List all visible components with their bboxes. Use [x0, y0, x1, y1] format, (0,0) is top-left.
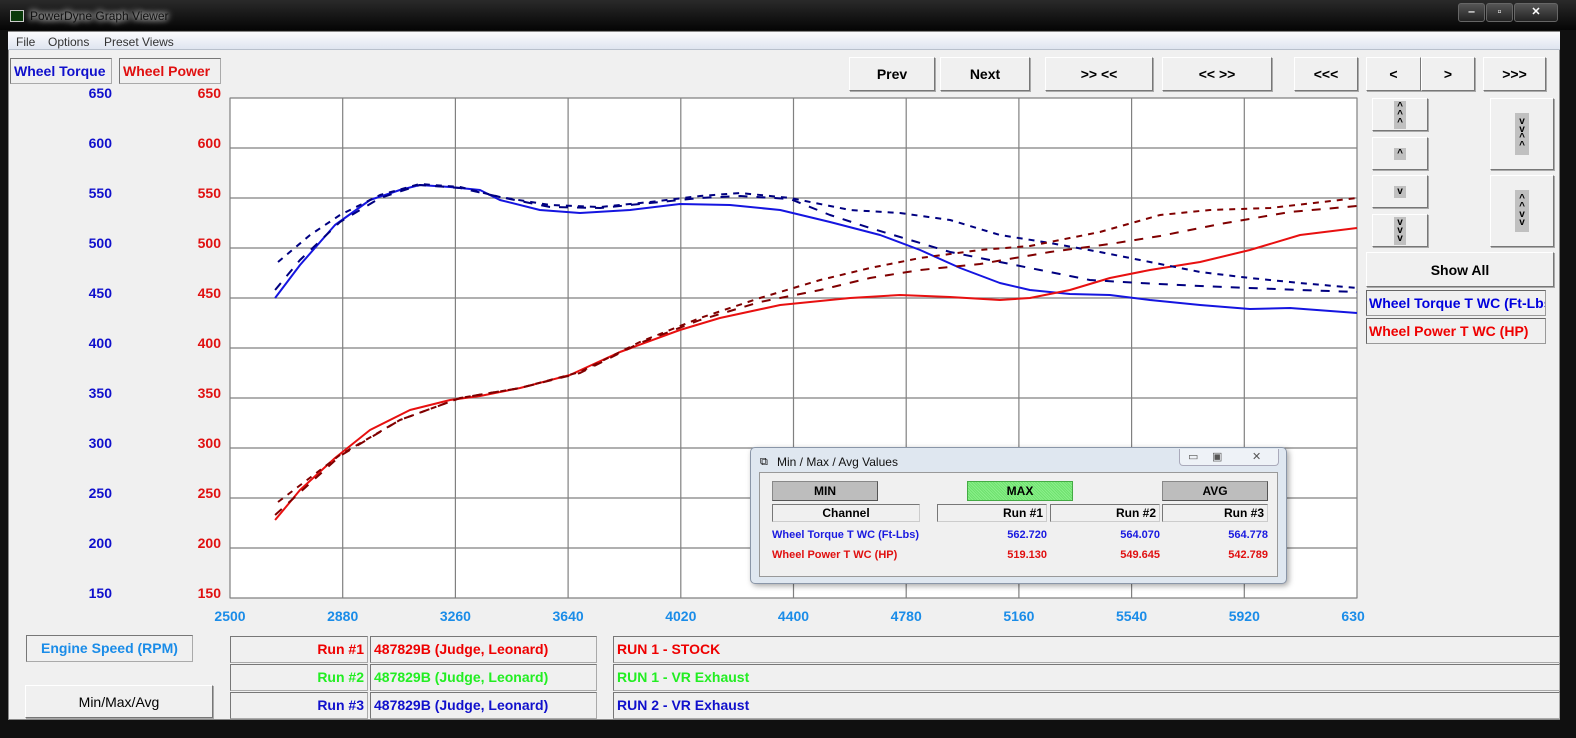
minimize-button[interactable]: ‒ — [1458, 3, 1485, 22]
y-right-tick-label: 250 — [198, 485, 222, 501]
header-run2: Run #2 — [1050, 504, 1160, 522]
min-button[interactable]: MIN — [772, 481, 878, 501]
run-label[interactable]: Run #3 — [230, 692, 368, 719]
y-left-tick-label: 550 — [89, 185, 113, 201]
chevron-up-icon: ^ — [1394, 148, 1406, 160]
y-right-tick-label: 350 — [198, 385, 222, 401]
x-tick-label: 4020 — [665, 608, 696, 624]
x-tick-label: 6300 — [1341, 608, 1365, 624]
y-left-tick-label: 300 — [89, 435, 113, 451]
run-label[interactable]: Run #2 — [230, 664, 368, 691]
x-tick-label: 5540 — [1116, 608, 1147, 624]
y-left-tick-label: 400 — [89, 335, 113, 351]
zoom-in-y-button[interactable]: vv^^ — [1490, 98, 1554, 170]
scroll-left-button[interactable]: < — [1366, 57, 1421, 91]
close-button[interactable]: ✕ — [1514, 3, 1558, 22]
y-right-tick-label: 600 — [198, 135, 222, 151]
scroll-up-button[interactable]: ^ — [1372, 137, 1428, 170]
maximize-button[interactable]: ▫ — [1486, 3, 1513, 22]
channel-value: 542.789 — [1162, 549, 1268, 561]
x-tick-label: 5920 — [1229, 608, 1260, 624]
zoom-in-y-icon: vv^^ — [1515, 113, 1529, 155]
y-left-tick-label: 600 — [89, 135, 113, 151]
y-right-tick-label: 500 — [198, 235, 222, 251]
scroll-right-button[interactable]: > — [1421, 57, 1475, 91]
x-tick-label: 2880 — [327, 608, 358, 624]
zoom-out-y-icon: ^^vv — [1515, 190, 1529, 232]
avg-button[interactable]: AVG — [1162, 481, 1268, 501]
y-left-tick-label: 350 — [89, 385, 113, 401]
run-customer[interactable]: 487829B (Judge, Leonard) — [370, 664, 597, 691]
chevron-down-icon: v — [1394, 186, 1406, 198]
y-right-tick-label: 550 — [198, 185, 222, 201]
y-right-tick-label: 650 — [198, 85, 222, 101]
dialog-window-controls: ▭ ▣ ✕ — [1179, 449, 1279, 466]
x-tick-label: 3260 — [440, 608, 471, 624]
dialog-icon: ⧉ — [760, 456, 768, 469]
x-tick-label: 5160 — [1003, 608, 1034, 624]
run-description[interactable]: RUN 1 - STOCK — [613, 636, 1560, 663]
scroll-down-fast-button[interactable]: vvv — [1372, 214, 1428, 247]
scroll-up-fast-button[interactable]: ^^^ — [1372, 98, 1428, 131]
x-tick-label: 4400 — [778, 608, 809, 624]
run-description[interactable]: RUN 1 - VR Exhaust — [613, 664, 1560, 691]
run-customer[interactable]: 487829B (Judge, Leonard) — [370, 692, 597, 719]
min-max-avg-button[interactable]: Min/Max/Avg — [25, 685, 213, 718]
run-description[interactable]: RUN 2 - VR Exhaust — [613, 692, 1560, 719]
y-right-tick-label: 150 — [198, 585, 222, 601]
max-button[interactable]: MAX — [967, 481, 1073, 501]
y-left-tick-label: 150 — [89, 585, 113, 601]
dialog-title: Min / Max / Avg Values — [777, 455, 898, 469]
y-left-tick-label: 450 — [89, 285, 113, 301]
dialog-restore-button[interactable]: ▣ — [1212, 450, 1222, 463]
channel-value: 564.778 — [1162, 529, 1268, 541]
run-label[interactable]: Run #1 — [230, 636, 368, 663]
y-right-tick-label: 300 — [198, 435, 222, 451]
x-tick-label: 4780 — [891, 608, 922, 624]
dialog-minimize-button[interactable]: ▭ — [1188, 450, 1198, 463]
legend-power[interactable]: Wheel Power T WC (HP) — [1366, 318, 1546, 344]
channel-value: 519.130 — [937, 549, 1047, 561]
x-axis-label-box[interactable]: Engine Speed (RPM) — [26, 635, 193, 662]
y-right-tick-label: 400 — [198, 335, 222, 351]
dialog-body: MIN MAX AVG Channel Run #1 Run #2 Run #3… — [759, 472, 1278, 577]
header-run1: Run #1 — [937, 504, 1047, 522]
y-right-tick-label: 450 — [198, 285, 222, 301]
header-run3: Run #3 — [1162, 504, 1268, 522]
triple-chevron-down-icon: vvv — [1394, 217, 1406, 245]
y-left-tick-label: 650 — [89, 85, 113, 101]
y-right-tick-label: 200 — [198, 535, 222, 551]
zoom-out-y-button[interactable]: ^^vv — [1490, 175, 1554, 247]
x-tick-label: 2500 — [214, 608, 245, 624]
show-all-button[interactable]: Show All — [1366, 252, 1554, 287]
header-channel: Channel — [772, 504, 920, 522]
legend-torque[interactable]: Wheel Torque T WC (Ft-Lbs) — [1366, 290, 1546, 316]
dialog-close-button[interactable]: ✕ — [1252, 450, 1261, 463]
channel-value: 562.720 — [937, 529, 1047, 541]
y-left-tick-label: 500 — [89, 235, 113, 251]
channel-value: 564.070 — [1050, 529, 1160, 541]
scroll-down-button[interactable]: v — [1372, 175, 1428, 208]
channel-value: 549.645 — [1050, 549, 1160, 561]
y-left-tick-label: 200 — [89, 535, 113, 551]
channel-name: Wheel Power T WC (HP) — [772, 549, 897, 561]
channel-name: Wheel Torque T WC (Ft-Lbs) — [772, 529, 919, 541]
run-customer[interactable]: 487829B (Judge, Leonard) — [370, 636, 597, 663]
y-left-tick-label: 250 — [89, 485, 113, 501]
triple-chevron-up-icon: ^^^ — [1394, 101, 1406, 129]
x-tick-label: 3640 — [553, 608, 584, 624]
min-max-avg-dialog: ⧉ Min / Max / Avg Values ▭ ▣ ✕ MIN MAX A… — [750, 447, 1287, 584]
scroll-last-button[interactable]: >>> — [1483, 57, 1546, 91]
